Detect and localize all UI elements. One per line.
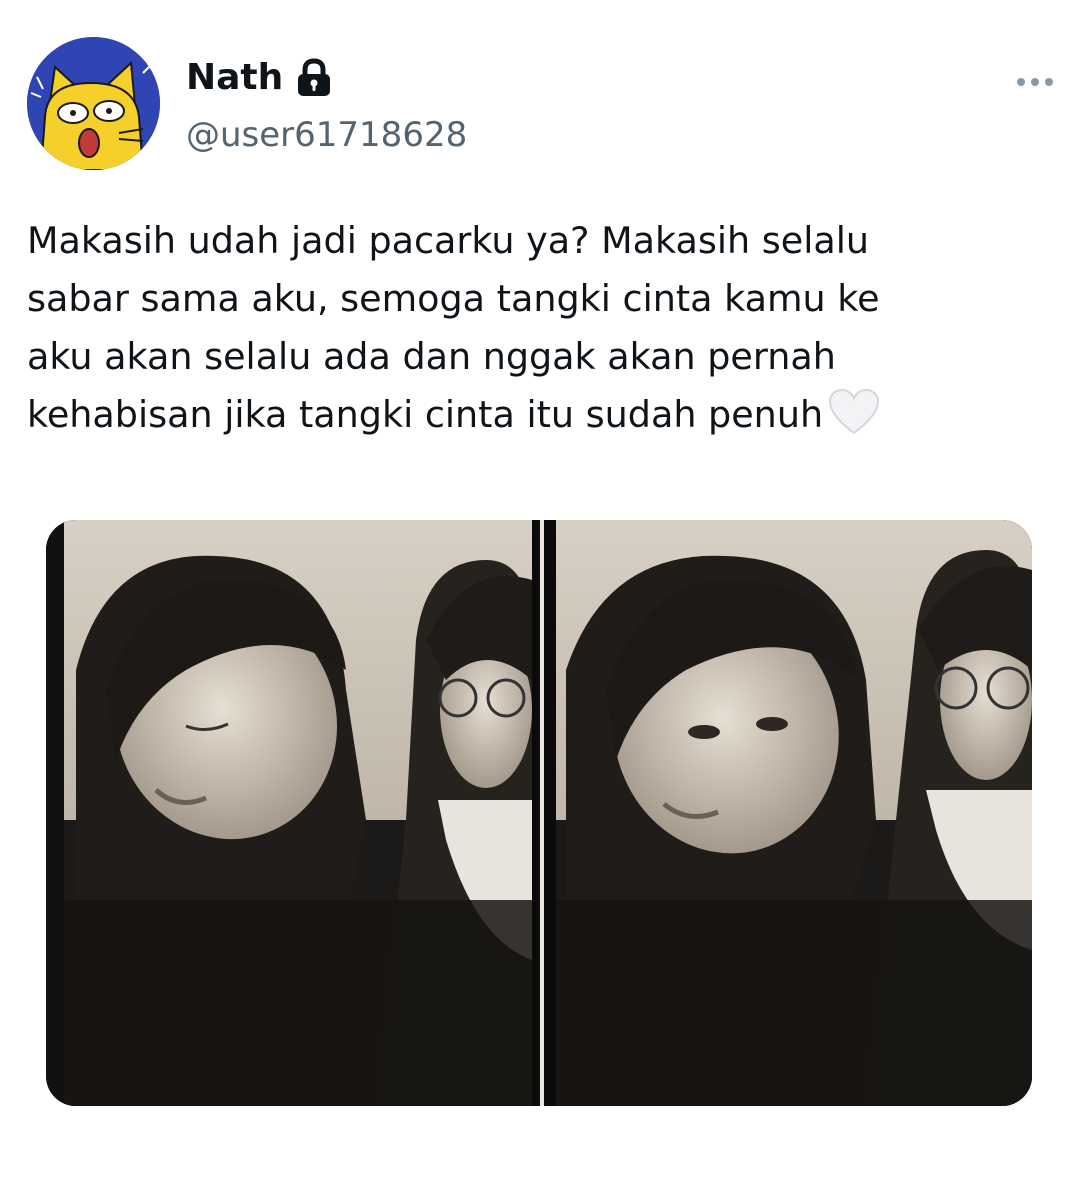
tweet-text: Makasih udah jadi pacarku ya? Makasih se…: [27, 212, 1057, 454]
tweet-text-line-last: kehabisan jika tangki cinta itu sudah pe…: [27, 386, 1057, 454]
tweet-text-line: sabar sama aku, semoga tangki cinta kamu…: [27, 277, 880, 320]
white-heart-emoji-icon: [827, 387, 881, 454]
author-handle[interactable]: @user61718628: [186, 112, 467, 158]
tweet-text-line: kehabisan jika tangki cinta itu sudah pe…: [27, 393, 824, 436]
display-name-text: Nath: [186, 57, 284, 98]
photo-booth-strip-icon: [46, 520, 1032, 1106]
author-display-name[interactable]: Nath: [186, 54, 333, 102]
more-options-button[interactable]: [1010, 68, 1060, 96]
avatar[interactable]: [27, 37, 160, 170]
tweet-text-line: aku akan selalu ada dan nggak akan perna…: [27, 335, 836, 378]
tweet-text-line: Makasih udah jadi pacarku ya? Makasih se…: [27, 219, 869, 262]
tweet-photo[interactable]: [46, 520, 1032, 1106]
lock-icon: [295, 58, 333, 98]
cat-cartoon-avatar-icon: [27, 37, 160, 170]
more-horizontal-icon: [1017, 78, 1053, 86]
